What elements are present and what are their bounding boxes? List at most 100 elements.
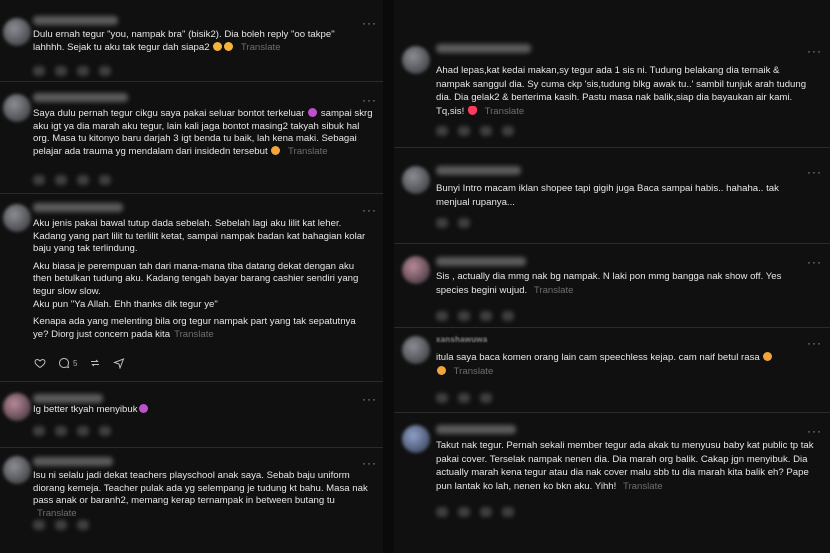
reply-icon[interactable] — [458, 126, 470, 136]
repost-icon[interactable] — [480, 126, 492, 136]
username[interactable] — [33, 394, 103, 403]
like-icon[interactable] — [33, 175, 45, 185]
comment-post: ··· Ahad lepas,kat kedai makan,sy tegur … — [394, 0, 830, 145]
avatar[interactable] — [3, 94, 31, 122]
avatar[interactable] — [402, 46, 430, 74]
comment-text: Isu ni selalu jadi dekat teachers playsc… — [33, 470, 373, 520]
more-options-icon[interactable]: ··· — [362, 17, 377, 29]
like-icon[interactable] — [436, 126, 448, 136]
avatar[interactable] — [3, 393, 31, 421]
heart-icon — [34, 358, 46, 369]
reply-icon[interactable] — [458, 218, 470, 228]
avatar[interactable] — [402, 166, 430, 194]
avatar[interactable] — [3, 456, 31, 484]
comment-icon — [59, 357, 70, 369]
like-icon[interactable] — [436, 311, 448, 321]
translate-link[interactable]: Translate — [241, 42, 281, 53]
share-button[interactable] — [113, 357, 125, 369]
username[interactable] — [436, 257, 526, 266]
like-icon[interactable] — [33, 520, 45, 530]
username[interactable] — [33, 93, 128, 102]
more-options-icon[interactable]: ··· — [807, 256, 822, 268]
reply-icon[interactable] — [458, 507, 470, 517]
translate-link[interactable]: Translate — [534, 285, 574, 296]
repost-icon[interactable] — [77, 520, 89, 530]
laugh-emoji-icon — [437, 365, 446, 375]
smile-emoji-icon — [224, 41, 234, 51]
repost-icon[interactable] — [480, 507, 492, 517]
share-icon[interactable] — [502, 311, 514, 321]
like-icon[interactable] — [33, 426, 45, 436]
reply-icon[interactable] — [55, 175, 67, 185]
comment-post: xanshawuwa ··· itula saya baca komen ora… — [394, 328, 830, 408]
repost-icon[interactable] — [480, 311, 492, 321]
username[interactable] — [33, 203, 123, 212]
avatar[interactable] — [402, 256, 430, 284]
repost-icon[interactable] — [77, 175, 89, 185]
comment-text: Takut nak tegur. Pernah sekali member te… — [436, 439, 814, 493]
comment-post: ··· Saya dulu pernah tegur cikgu saya pa… — [0, 82, 383, 194]
avatar[interactable] — [3, 18, 31, 46]
left-feed-column[interactable]: ··· Dulu ernah tegur "you, nampak bra" (… — [0, 0, 383, 553]
comment-text: Ahad lepas,kat kedai makan,sy tegur ada … — [436, 64, 814, 118]
comment-post: ··· Aku jenis pakai bawal tutup dada seb… — [0, 194, 383, 378]
repost-icon[interactable] — [77, 426, 89, 436]
comment-post: ··· Dulu ernah tegur "you, nampak bra" (… — [0, 0, 383, 80]
more-options-icon[interactable]: ··· — [362, 94, 377, 106]
repost-icon[interactable] — [77, 66, 89, 76]
more-options-icon[interactable]: ··· — [807, 45, 822, 57]
username[interactable] — [33, 16, 118, 25]
laugh-emoji-icon — [763, 352, 773, 361]
hug-emoji-icon — [138, 404, 148, 413]
translate-link[interactable]: Translate — [623, 481, 663, 492]
username[interactable] — [436, 425, 516, 434]
username[interactable] — [33, 457, 113, 466]
like-icon[interactable] — [436, 218, 448, 228]
like-button[interactable] — [34, 357, 46, 369]
avatar[interactable] — [402, 336, 430, 364]
comment-body: Ig better tkyah menyibuk — [33, 404, 138, 415]
translate-link[interactable]: Translate — [288, 146, 328, 157]
repost-icon[interactable] — [480, 393, 492, 403]
avatar[interactable] — [3, 204, 31, 232]
comment-post: ··· Sis , actually dia mmg nak bg nampak… — [394, 244, 830, 326]
username[interactable]: xanshawuwa — [436, 335, 487, 344]
comment-body: Bunyi Intro macam iklan shopee tapi gigi… — [436, 183, 779, 208]
share-icon[interactable] — [99, 175, 111, 185]
translate-link[interactable]: Translate — [174, 329, 214, 340]
reply-icon[interactable] — [458, 311, 470, 321]
repost-button[interactable] — [89, 357, 101, 369]
comment-paragraph: Aku jenis pakai bawal tutup dada sebelah… — [33, 218, 366, 255]
comment-body: itula saya baca komen orang lain cam spe… — [436, 352, 760, 363]
reply-icon[interactable] — [55, 426, 67, 436]
comment-body: Dulu ernah tegur "you, nampak bra" (bisi… — [33, 29, 335, 53]
like-icon[interactable] — [33, 66, 45, 76]
more-options-icon[interactable]: ··· — [362, 204, 377, 216]
like-icon[interactable] — [436, 393, 448, 403]
reply-icon[interactable] — [458, 393, 470, 403]
more-options-icon[interactable]: ··· — [807, 425, 822, 437]
like-icon[interactable] — [436, 507, 448, 517]
comment-post: ··· Isu ni selalu jadi dekat teachers pl… — [0, 448, 383, 553]
comment-paragraph: Aku biasa je perempuan tah dari mana-man… — [33, 260, 359, 297]
post-actions: 5 — [34, 357, 125, 369]
share-icon[interactable] — [502, 507, 514, 517]
translate-link[interactable]: Translate — [454, 366, 494, 377]
comment-text: Ig better tkyah menyibuk — [33, 404, 363, 417]
reply-icon[interactable] — [55, 66, 67, 76]
more-options-icon[interactable]: ··· — [362, 457, 377, 469]
more-options-icon[interactable]: ··· — [362, 393, 377, 405]
more-options-icon[interactable]: ··· — [807, 337, 822, 349]
avatar[interactable] — [402, 425, 430, 453]
username[interactable] — [436, 166, 521, 175]
right-feed-column[interactable]: ··· Ahad lepas,kat kedai makan,sy tegur … — [394, 0, 830, 553]
share-icon[interactable] — [502, 126, 514, 136]
translate-link[interactable]: Translate — [37, 508, 77, 519]
more-options-icon[interactable]: ··· — [807, 166, 822, 178]
reply-button[interactable]: 5 — [58, 357, 77, 369]
username[interactable] — [436, 44, 531, 53]
share-icon[interactable] — [99, 66, 111, 76]
reply-icon[interactable] — [55, 520, 67, 530]
translate-link[interactable]: Translate — [485, 106, 525, 117]
share-icon[interactable] — [99, 426, 111, 436]
